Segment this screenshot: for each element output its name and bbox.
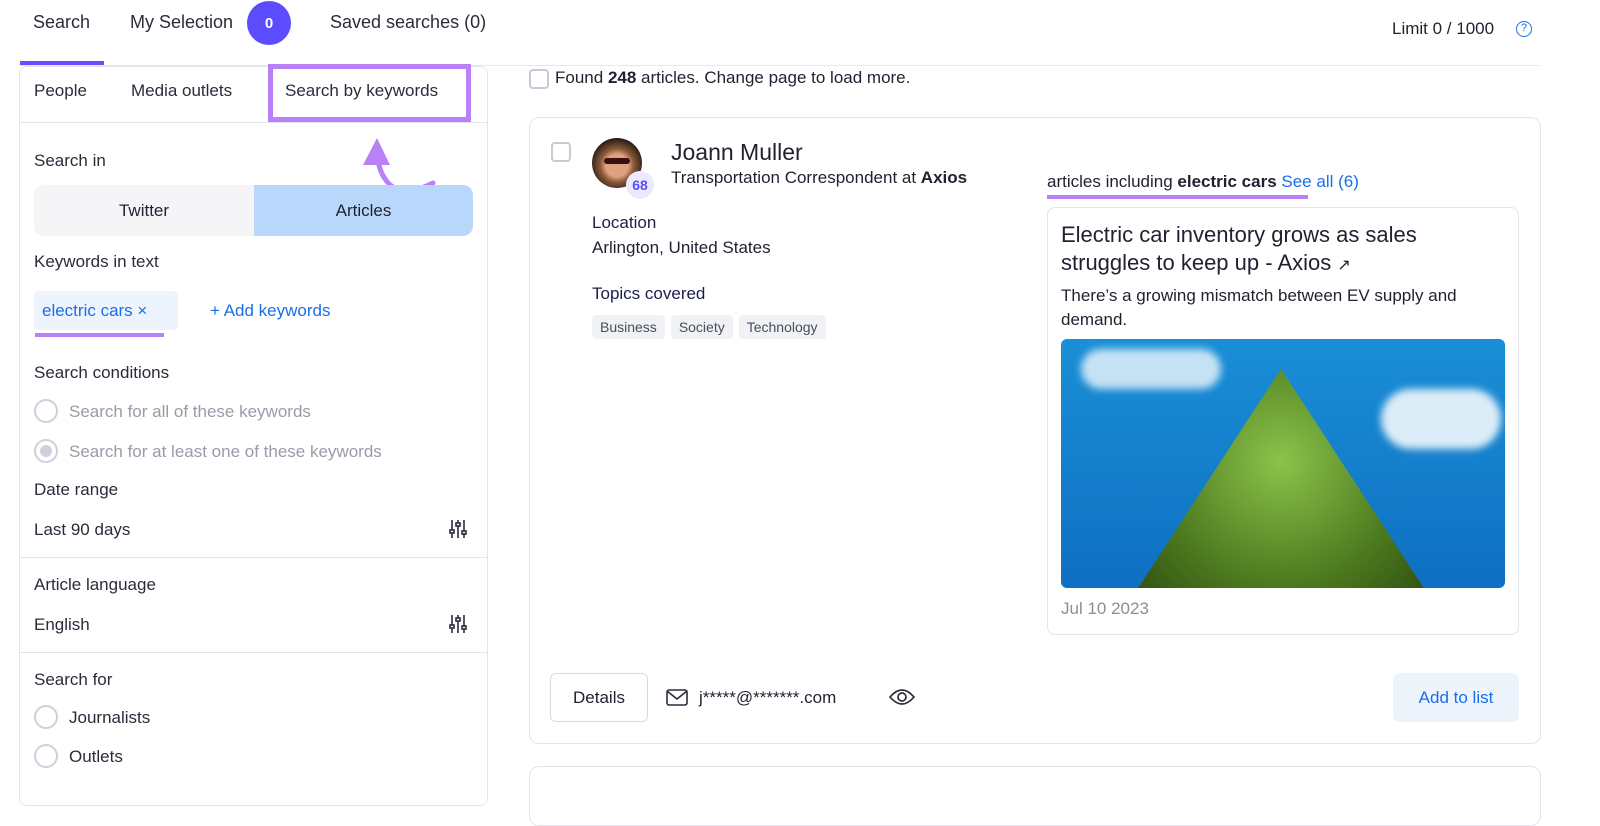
- segment-twitter[interactable]: Twitter: [34, 185, 254, 236]
- see-all-link[interactable]: See all (6): [1281, 172, 1358, 191]
- subtab-people[interactable]: People: [34, 81, 87, 101]
- external-link-icon: ↗: [1337, 257, 1351, 274]
- eye-icon[interactable]: [888, 687, 916, 707]
- email-text: j*****@*******.com: [699, 688, 837, 707]
- keyword-underline: [35, 333, 164, 337]
- article-language-value[interactable]: English: [34, 615, 90, 635]
- topic-tags: Business Society Technology: [592, 315, 832, 339]
- add-to-list-button[interactable]: Add to list: [1393, 673, 1519, 722]
- journalist-name[interactable]: Joann Muller: [671, 139, 803, 166]
- topics-label: Topics covered: [592, 284, 706, 303]
- add-keywords-link[interactable]: + Add keywords: [210, 301, 331, 321]
- tab-saved-searches[interactable]: Saved searches (0): [330, 12, 486, 33]
- remove-keyword-icon[interactable]: ×: [137, 301, 147, 320]
- selection-count-badge: 0: [247, 1, 291, 45]
- article-description: There’s a growing mismatch between EV su…: [1061, 286, 1457, 329]
- keyword-chip-label: electric cars: [42, 301, 133, 320]
- next-card: [529, 766, 1541, 826]
- date-range-value[interactable]: Last 90 days: [34, 520, 130, 540]
- radio-any-keyword-label: Search for at least one of these keyword…: [69, 442, 382, 461]
- active-tab-indicator: [20, 61, 104, 65]
- keyword-chip[interactable]: electric cars ×: [34, 291, 178, 330]
- language-settings-icon[interactable]: [448, 614, 468, 634]
- topic-tag: Business: [592, 315, 665, 339]
- details-button[interactable]: Details: [550, 673, 648, 722]
- segment-articles[interactable]: Articles: [254, 185, 473, 236]
- journalist-checkbox[interactable]: [551, 142, 571, 162]
- radio-journalists-label: Journalists: [69, 708, 151, 727]
- journalist-title: Transportation Correspondent at Axios: [671, 168, 968, 187]
- location-label: Location: [592, 213, 657, 232]
- radio-outlets-label: Outlets: [69, 747, 123, 766]
- keywords-label: Keywords in text: [34, 252, 159, 271]
- search-conditions-label: Search conditions: [34, 363, 170, 382]
- radio-all-keywords-label: Search for all of these keywords: [69, 402, 311, 421]
- mail-icon: [666, 689, 688, 706]
- radio-journalists[interactable]: [34, 705, 58, 729]
- topic-tag: Society: [670, 315, 733, 339]
- date-range-label: Date range: [34, 480, 119, 499]
- subtab-media-outlets[interactable]: Media outlets: [131, 81, 232, 101]
- location-value: Arlington, United States: [592, 238, 771, 257]
- article-title[interactable]: Electric car inventory grows as sales st…: [1061, 221, 1501, 280]
- help-icon[interactable]: ?: [1516, 21, 1532, 37]
- article-image[interactable]: [1061, 339, 1505, 588]
- tab-my-selection[interactable]: My Selection: [130, 12, 233, 33]
- keyword-underline: [1047, 195, 1308, 199]
- article-language-label: Article language: [34, 575, 156, 594]
- article-date: Jul 10 2023: [1061, 599, 1149, 618]
- divider: [20, 652, 487, 653]
- select-all-checkbox[interactable]: [529, 69, 549, 89]
- results-count: Found 248 articles. Change page to load …: [555, 68, 911, 87]
- search-for-label: Search for: [34, 670, 113, 689]
- highlight-box: [268, 64, 471, 122]
- tab-search[interactable]: Search: [33, 12, 90, 33]
- subtabs-divider: [20, 122, 487, 123]
- topic-tag: Technology: [738, 315, 826, 339]
- radio-any-keyword[interactable]: [34, 439, 58, 463]
- date-range-settings-icon[interactable]: [448, 519, 468, 539]
- score-badge: 68: [626, 171, 654, 199]
- radio-outlets[interactable]: [34, 744, 58, 768]
- search-in-label: Search in: [34, 151, 106, 170]
- articles-including: articles including electric cars See all…: [1047, 172, 1359, 191]
- radio-all-keywords[interactable]: [34, 399, 58, 423]
- limit-text: Limit 0 / 1000: [1392, 19, 1495, 38]
- divider: [20, 557, 487, 558]
